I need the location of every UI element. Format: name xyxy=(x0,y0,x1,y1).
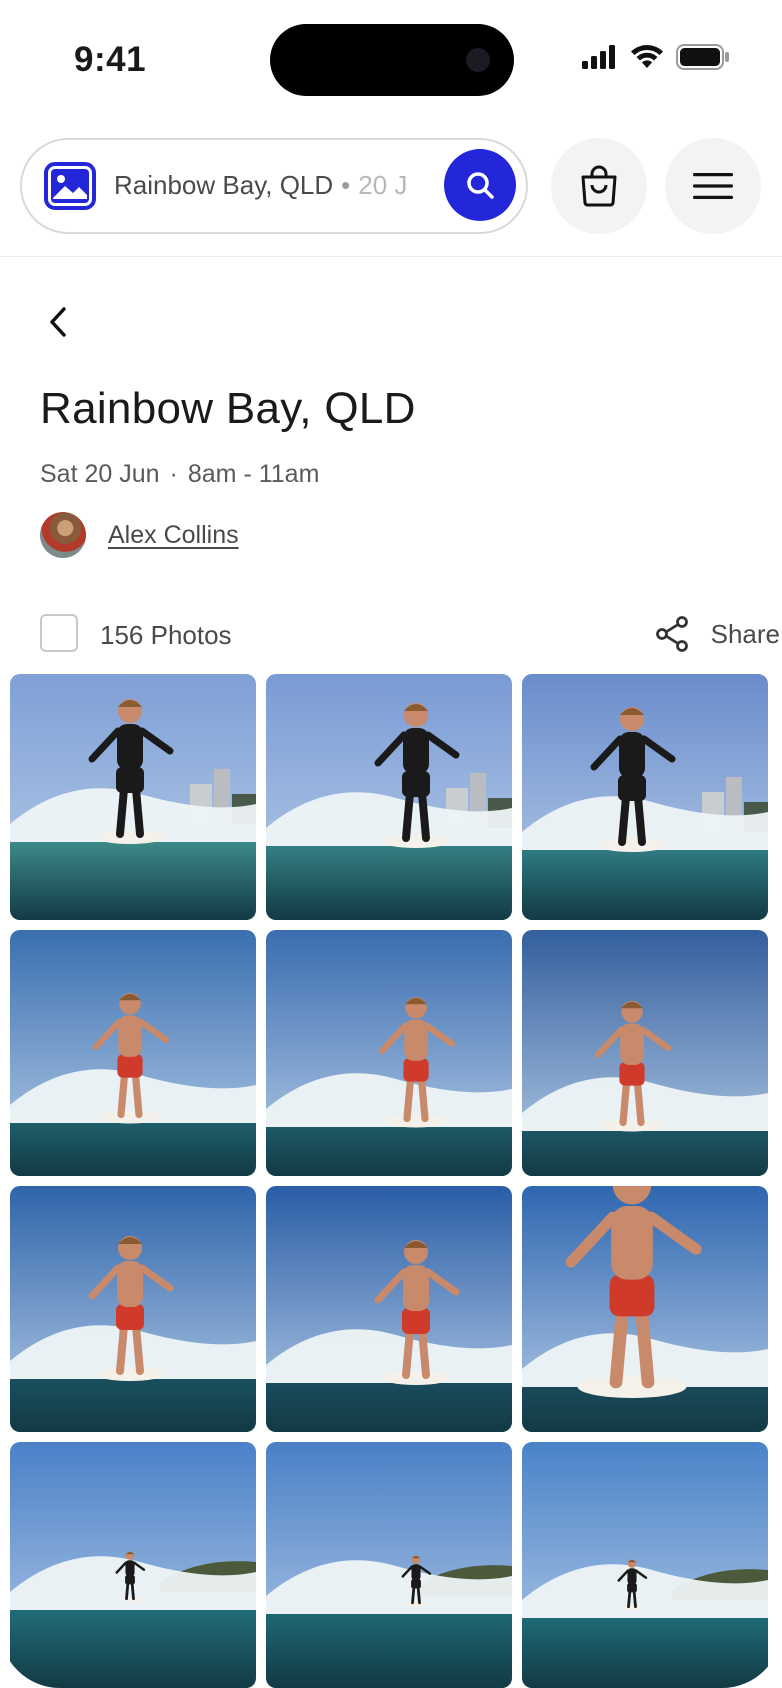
photo-thumbnail[interactable] xyxy=(10,674,256,920)
session-time: 8am - 11am xyxy=(187,460,320,488)
photo-count: 156 Photos xyxy=(100,620,232,650)
status-icons xyxy=(582,44,730,70)
meta-separator: · xyxy=(169,460,178,488)
select-all-checkbox[interactable] xyxy=(40,614,78,652)
search-query: Rainbow Bay, QLD • 20 J xyxy=(114,170,432,201)
photo-thumbnail[interactable] xyxy=(10,1442,256,1688)
avatar xyxy=(40,512,86,558)
image-icon xyxy=(44,162,96,210)
search-date: 20 J xyxy=(358,170,408,200)
cellular-signal-icon xyxy=(582,45,615,69)
photo-thumbnail[interactable] xyxy=(522,1186,768,1432)
cart-button[interactable] xyxy=(551,138,647,234)
photographer-link[interactable]: Alex Collins xyxy=(108,521,239,550)
search-location: Rainbow Bay, QLD xyxy=(114,170,334,200)
hamburger-menu-icon xyxy=(693,173,733,199)
shopping-bag-icon xyxy=(581,165,617,207)
back-button[interactable] xyxy=(48,302,82,342)
session-date: Sat 20 Jun xyxy=(40,460,160,488)
chevron-left-icon xyxy=(50,307,66,337)
search-button[interactable] xyxy=(444,149,516,221)
photo-thumbnail[interactable] xyxy=(522,930,768,1176)
search-separator: • xyxy=(341,170,351,200)
photo-thumbnail[interactable] xyxy=(266,1186,512,1432)
search-icon xyxy=(467,172,494,199)
menu-button[interactable] xyxy=(665,138,761,234)
share-button[interactable]: Share xyxy=(655,616,780,652)
search-bar[interactable]: Rainbow Bay, QLD • 20 J xyxy=(20,138,528,234)
phone-screen: 9:41 Rainbow Bay, QLD • 20 J Rainbow Bay… xyxy=(0,0,782,1688)
selection-toolbar: 156 Photos Share xyxy=(40,612,780,656)
page-title: Rainbow Bay, QLD xyxy=(40,384,416,433)
photo-grid xyxy=(10,674,770,1688)
camera-icon xyxy=(466,48,490,72)
photo-thumbnail[interactable] xyxy=(10,1186,256,1432)
photographer: Alex Collins xyxy=(40,512,239,558)
wifi-icon xyxy=(631,45,663,68)
status-time: 9:41 xyxy=(74,40,147,79)
status-bar: 9:41 xyxy=(0,0,782,120)
battery-icon xyxy=(676,44,729,70)
photo-thumbnail[interactable] xyxy=(522,1442,768,1688)
share-label: Share xyxy=(710,618,780,649)
top-bar: Rainbow Bay, QLD • 20 J xyxy=(0,138,782,257)
photo-thumbnail[interactable] xyxy=(266,930,512,1176)
session-meta: Sat 20 Jun · 8am - 11am xyxy=(40,460,319,489)
photo-thumbnail[interactable] xyxy=(266,1442,512,1688)
photo-thumbnail[interactable] xyxy=(10,930,256,1176)
share-icon xyxy=(655,616,688,652)
photo-thumbnail[interactable] xyxy=(522,674,768,920)
photo-thumbnail[interactable] xyxy=(266,674,512,920)
dynamic-island xyxy=(270,24,514,96)
